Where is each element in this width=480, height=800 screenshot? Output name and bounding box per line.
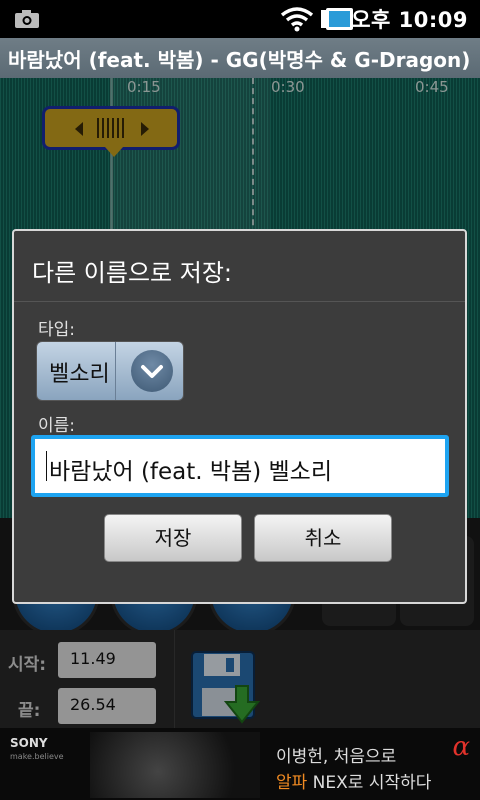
name-input[interactable]: 바람났어 (feat. 박봄) 벨소리 xyxy=(31,435,449,497)
save-as-dialog: 다른 이름으로 저장: 타입: 벨소리 이름: 바람났어 (feat. 박봄) … xyxy=(12,229,467,604)
select-divider xyxy=(115,342,116,400)
chevron-down-icon xyxy=(141,365,163,378)
alpha-logo: α xyxy=(452,732,470,762)
text-caret xyxy=(46,451,47,481)
name-label: 이름: xyxy=(38,416,76,436)
save-button[interactable]: 저장 xyxy=(104,514,242,562)
clock: 오후 10:09 xyxy=(351,8,468,32)
song-title: 바람났어 (feat. 박봄) - GG(박명수 & G-Dragon) xyxy=(8,48,471,72)
type-label: 타입: xyxy=(38,320,76,340)
ad-banner[interactable]: SONY make.believe 이병헌, 처음으로 알파 NEX로 시작하다… xyxy=(0,728,480,800)
ad-line-2-rest: NEX로 시작하다 xyxy=(307,773,432,793)
type-value: 벨소리 xyxy=(49,362,110,387)
ad-brand: SONY xyxy=(10,736,48,750)
ad-line-1: 이병헌, 처음으로 xyxy=(276,747,397,767)
ad-line-2: 알파 NEX로 시작하다 xyxy=(276,768,431,793)
type-select[interactable]: 벨소리 xyxy=(36,341,184,401)
dialog-divider xyxy=(14,301,465,302)
ad-brand-sub: make.believe xyxy=(10,752,64,761)
camera-icon xyxy=(15,10,39,28)
battery-icon xyxy=(321,8,353,30)
dialog-title: 다른 이름으로 저장: xyxy=(32,259,232,287)
ad-highlight: 알파 xyxy=(276,773,308,793)
dropdown-button[interactable] xyxy=(131,350,173,392)
wifi-icon xyxy=(280,7,314,32)
cancel-button[interactable]: 취소 xyxy=(254,514,392,562)
name-input-value: 바람났어 (feat. 박봄) 벨소리 xyxy=(49,459,332,485)
status-bar: 오후 10:09 xyxy=(0,0,480,38)
title-bar: 바람났어 (feat. 박봄) - GG(박명수 & G-Dragon) xyxy=(0,38,480,78)
ad-image xyxy=(90,732,260,798)
